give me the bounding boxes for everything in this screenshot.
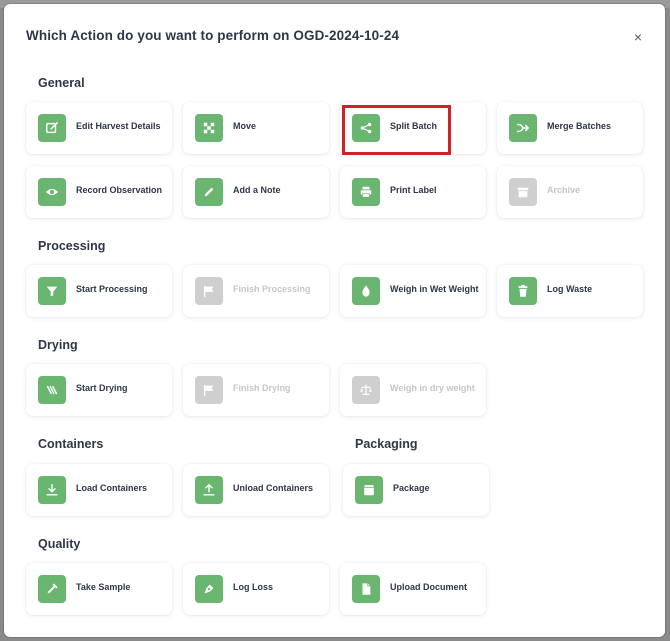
filter-icon bbox=[38, 277, 66, 305]
upload-document-button[interactable]: Upload Document bbox=[340, 563, 486, 615]
merge-batches-button[interactable]: Merge Batches bbox=[497, 102, 643, 154]
split-batch-button[interactable]: Split Batch bbox=[340, 102, 486, 154]
package-label: Package bbox=[393, 483, 430, 493]
add-note-label: Add a Note bbox=[233, 185, 281, 195]
finish-drying-label: Finish Drying bbox=[233, 383, 291, 393]
log-loss-button[interactable]: Log Loss bbox=[183, 563, 329, 615]
package-button[interactable]: Package bbox=[343, 464, 489, 516]
flag-icon bbox=[195, 277, 223, 305]
load-containers-label: Load Containers bbox=[76, 483, 148, 493]
move-icon bbox=[195, 114, 223, 142]
load-containers-button[interactable]: Load Containers bbox=[26, 464, 172, 516]
flag-icon bbox=[195, 376, 223, 404]
archive-label: Archive bbox=[547, 185, 581, 195]
section-packaging: Packaging bbox=[355, 437, 418, 451]
trash-icon bbox=[509, 277, 537, 305]
heat-waves-icon bbox=[38, 376, 66, 404]
weigh-wet-weight-button[interactable]: Weigh in Wet Weight bbox=[340, 265, 486, 317]
pencil-icon bbox=[195, 178, 223, 206]
edit-harvest-details-label: Edit Harvest Details bbox=[76, 121, 161, 131]
unload-containers-label: Unload Containers bbox=[233, 483, 314, 493]
move-button[interactable]: Move bbox=[183, 102, 329, 154]
archive-button[interactable]: Archive bbox=[497, 166, 643, 218]
section-drying: Drying bbox=[38, 338, 78, 352]
add-note-button[interactable]: Add a Note bbox=[183, 166, 329, 218]
edit-harvest-details-button[interactable]: Edit Harvest Details bbox=[26, 102, 172, 154]
record-observation-button[interactable]: Record Observation bbox=[26, 166, 172, 218]
archive-icon bbox=[509, 178, 537, 206]
log-waste-label: Log Waste bbox=[547, 284, 593, 294]
droplet-icon bbox=[352, 277, 380, 305]
start-drying-button[interactable]: Start Drying bbox=[26, 364, 172, 416]
download-icon bbox=[38, 476, 66, 504]
document-icon bbox=[352, 575, 380, 603]
weigh-dry-weight-button[interactable]: Weigh in dry weight bbox=[340, 364, 486, 416]
start-processing-button[interactable]: Start Processing bbox=[26, 265, 172, 317]
move-label: Move bbox=[233, 121, 257, 131]
unload-containers-button[interactable]: Unload Containers bbox=[183, 464, 329, 516]
split-icon bbox=[352, 114, 380, 142]
merge-batches-label: Merge Batches bbox=[547, 121, 612, 131]
merge-icon bbox=[509, 114, 537, 142]
split-batch-label: Split Batch bbox=[390, 121, 438, 131]
section-general: General bbox=[38, 76, 85, 90]
print-label-label: Print Label bbox=[390, 185, 437, 195]
modal-title: Which Action do you want to perform on O… bbox=[26, 28, 400, 43]
log-waste-button[interactable]: Log Waste bbox=[497, 265, 643, 317]
weigh-wet-weight-label: Weigh in Wet Weight bbox=[390, 284, 479, 294]
log-loss-label: Log Loss bbox=[233, 582, 273, 592]
weigh-dry-weight-label: Weigh in dry weight bbox=[390, 383, 475, 393]
eye-icon bbox=[38, 178, 66, 206]
printer-icon bbox=[352, 178, 380, 206]
package-icon bbox=[355, 476, 383, 504]
upload-document-label: Upload Document bbox=[390, 582, 468, 592]
section-quality: Quality bbox=[38, 537, 81, 551]
eyedropper-icon bbox=[38, 575, 66, 603]
upload-icon bbox=[195, 476, 223, 504]
section-processing: Processing bbox=[38, 239, 106, 253]
section-containers: Containers bbox=[38, 437, 104, 451]
close-button[interactable]: × bbox=[631, 30, 645, 44]
record-observation-label: Record Observation bbox=[76, 185, 163, 195]
action-modal: Which Action do you want to perform on O… bbox=[4, 4, 665, 637]
take-sample-button[interactable]: Take Sample bbox=[26, 563, 172, 615]
start-processing-label: Start Processing bbox=[76, 284, 148, 294]
print-label-button[interactable]: Print Label bbox=[340, 166, 486, 218]
finish-processing-button[interactable]: Finish Processing bbox=[183, 265, 329, 317]
pen-nib-icon bbox=[195, 575, 223, 603]
take-sample-label: Take Sample bbox=[76, 582, 131, 592]
finish-processing-label: Finish Processing bbox=[233, 284, 311, 294]
scale-icon bbox=[352, 376, 380, 404]
edit-icon bbox=[38, 114, 66, 142]
start-drying-label: Start Drying bbox=[76, 383, 128, 393]
finish-drying-button[interactable]: Finish Drying bbox=[183, 364, 329, 416]
